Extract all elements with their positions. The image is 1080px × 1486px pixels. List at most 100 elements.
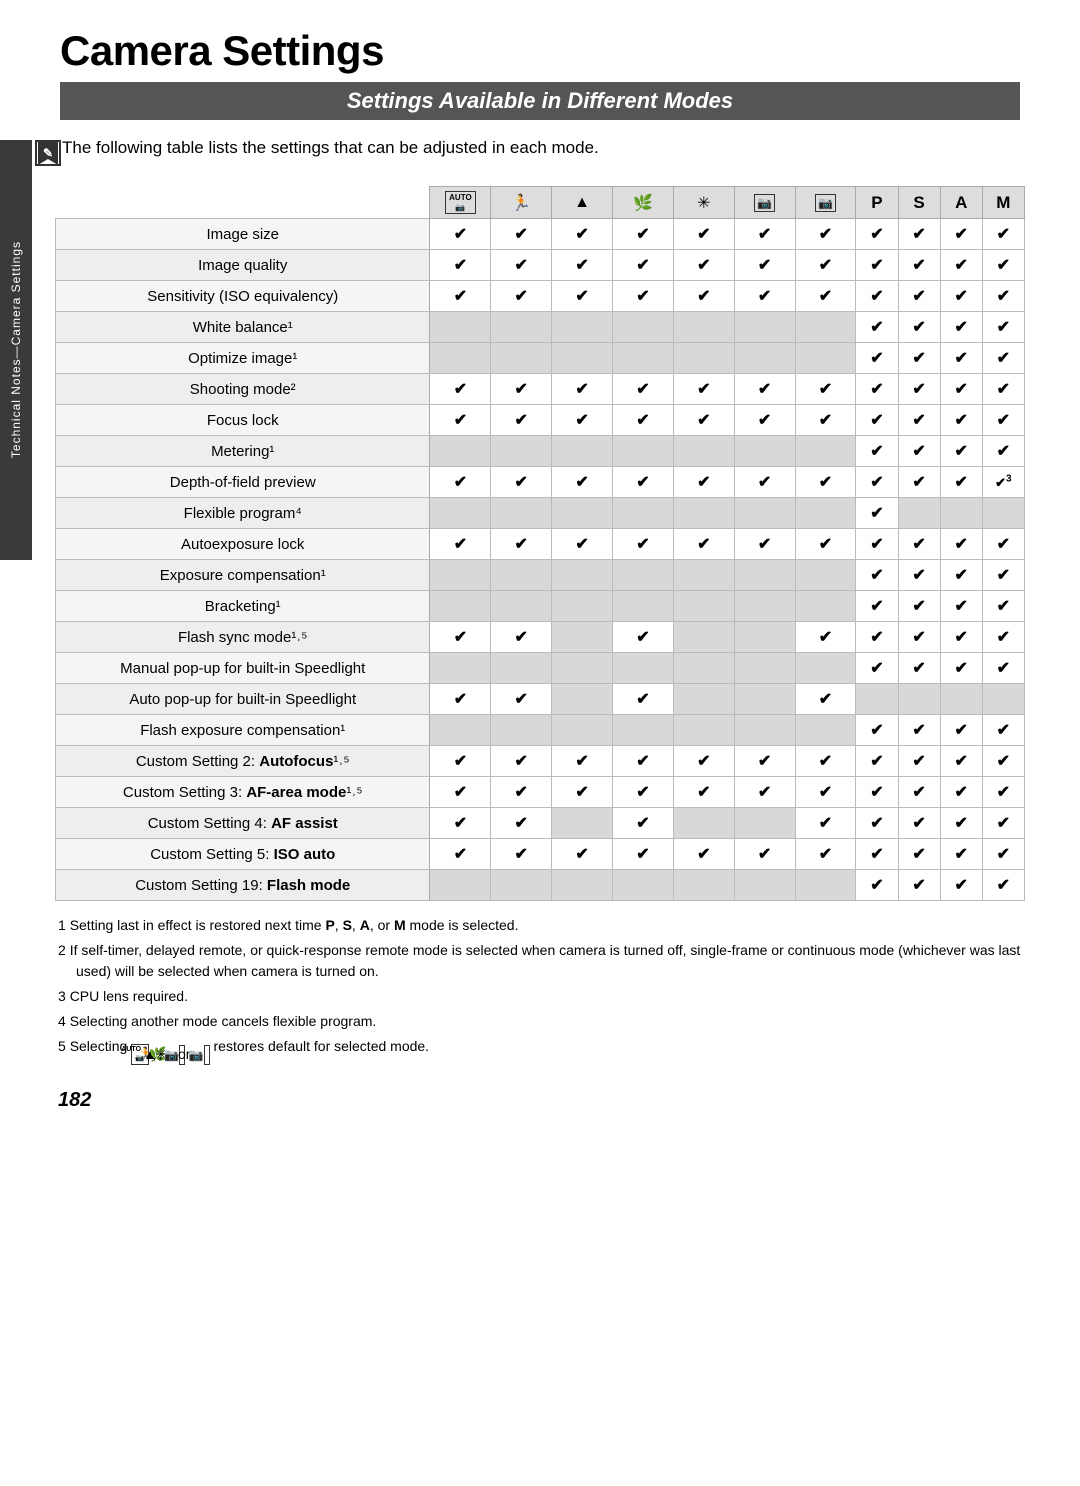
checkmark: ✔ [870,412,883,429]
check-cell [673,312,734,343]
checkmark: ✔ [955,474,968,491]
check-cell [491,870,552,901]
footnote-1: 1 Setting last in effect is restored nex… [58,915,1022,936]
checkmark: ✔ [997,629,1010,646]
checkmark: ✔ [636,629,649,646]
checkmark: ✔ [454,226,467,243]
check-cell [552,343,613,374]
checkmark: ✔ [870,753,883,770]
check-cell: ✔ [491,250,552,281]
check-cell [430,591,491,622]
table-row: Depth-of-field preview✔✔✔✔✔✔✔✔✔✔✔3 [56,467,1025,498]
checkmark: ✔ [575,846,588,863]
check-cell: ✔ [940,405,982,436]
check-cell: ✔ [491,374,552,405]
setting-name-cell: Custom Setting 3: AF-area mode¹˒⁵ [56,777,430,808]
checkmark: ✔ [575,412,588,429]
checkmark: ✔ [636,753,649,770]
check-cell: ✔ [430,405,491,436]
checkmark: ✔ [912,226,925,243]
table-row: Flash exposure compensation¹✔✔✔✔ [56,715,1025,746]
table-row: Image quality✔✔✔✔✔✔✔✔✔✔✔ [56,250,1025,281]
checkmark: ✔ [997,815,1010,832]
checkmark: ✔ [997,350,1010,367]
check-cell [856,684,898,715]
checkmark: ✔ [575,226,588,243]
check-cell: ✔ [982,715,1024,746]
check-cell: ✔ [856,870,898,901]
checkmark: ✔ [515,288,528,305]
check-cell: ✔ [898,467,940,498]
A-mode-header: A [940,187,982,219]
checkmark: ✔ [997,567,1010,584]
check-cell [940,498,982,529]
checkmark: ✔ [575,753,588,770]
table-row: Flash sync mode¹˒⁵✔✔✔✔✔✔✔✔ [56,622,1025,653]
check-cell [613,591,674,622]
checkmark: ✔ [697,381,710,398]
check-cell: ✔ [982,622,1024,653]
check-cell: ✔ [673,529,734,560]
setting-name-cell: Flash sync mode¹˒⁵ [56,622,430,653]
checkmark: ✔ [997,381,1010,398]
checkmark: ✔ [575,381,588,398]
check-cell: ✔ [552,746,613,777]
checkmark: ✔ [870,226,883,243]
checkmark: ✔ [697,846,710,863]
table-row: Metering¹✔✔✔✔ [56,436,1025,467]
checkmark: ✔ [912,257,925,274]
check-cell [673,870,734,901]
subtitle-text: Settings Available in Different Modes [76,88,1004,114]
check-cell [673,591,734,622]
check-cell: ✔ [795,839,856,870]
check-cell: ✔ [552,467,613,498]
checkmark: ✔ [515,536,528,553]
checkmark: ✔ [997,877,1010,894]
check-cell: ✔ [982,219,1024,250]
fn5-icons: AUTO📷 , 🏃 , ▲ , 🌿 , ✳ , 📷 , or 📷 [131,1044,209,1065]
check-cell: ✔ [982,281,1024,312]
checkmark: ✔ [955,846,968,863]
table-body: Image size✔✔✔✔✔✔✔✔✔✔✔Image quality✔✔✔✔✔✔… [56,219,1025,901]
checkmark: ✔ [955,350,968,367]
check-cell: ✔ [856,715,898,746]
side-tab-label: Technical Notes—Camera Settings [9,241,23,458]
checkmark: ✔ [454,846,467,863]
check-cell: ✔ [430,219,491,250]
check-cell [795,498,856,529]
table-row: Custom Setting 5: ISO auto✔✔✔✔✔✔✔✔✔✔✔ [56,839,1025,870]
setting-name-cell: Metering¹ [56,436,430,467]
checkmark: ✔ [819,784,832,801]
check-cell: ✔ [898,374,940,405]
check-cell: ✔ [734,529,795,560]
check-cell: ✔ [898,870,940,901]
check-cell: ✔ [982,560,1024,591]
checkmark: ✔ [955,226,968,243]
checkmark: ✔ [758,381,771,398]
check-cell: ✔ [552,529,613,560]
check-cell: ✔ [430,374,491,405]
check-cell: ✔ [856,808,898,839]
checkmark: ✔ [912,319,925,336]
check-cell: ✔ [734,219,795,250]
svg-text:✎: ✎ [43,146,53,160]
header-section: Camera Settings Settings Available in Di… [0,0,1080,186]
checkmark: ✔ [870,505,883,522]
check-cell: ✔ [795,529,856,560]
P-mode-header: P [856,187,898,219]
check-cell: ✔ [613,467,674,498]
checkmark: ✔ [758,846,771,863]
check-cell: ✔ [430,529,491,560]
page-container: ✎ Technical Notes—Camera Settings Camera… [0,0,1080,1486]
check-cell [673,436,734,467]
checkmark: ✔ [819,536,832,553]
table-row: Auto pop-up for built-in Speedlight✔✔✔✔ [56,684,1025,715]
checkmark: ✔ [819,257,832,274]
check-cell: ✔ [940,467,982,498]
checkmark: ✔ [870,257,883,274]
footnotes-section: 1 Setting last in effect is restored nex… [0,901,1080,1079]
page-number: 182 [0,1079,1080,1122]
check-cell [734,498,795,529]
check-cell [795,870,856,901]
setting-name-cell: Image size [56,219,430,250]
